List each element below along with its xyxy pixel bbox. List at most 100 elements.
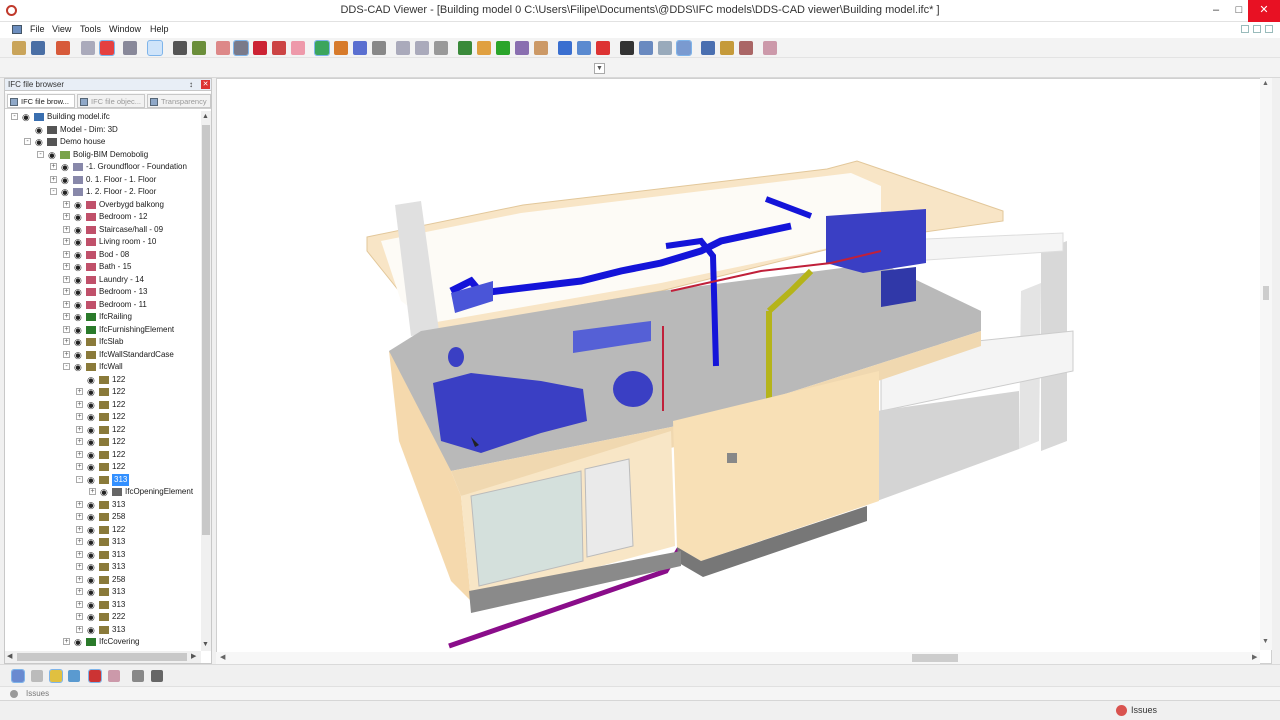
visibility-eye-icon[interactable]: ◉ [87,512,98,522]
visibility-eye-icon[interactable]: ◉ [87,550,98,560]
box-clip-icon[interactable] [676,40,692,56]
tab-transparency[interactable]: Transparency [147,94,211,108]
shape-icon[interactable] [216,41,230,55]
collapse-icon[interactable]: - [11,113,18,120]
expand-icon[interactable]: + [50,163,57,170]
tree-item[interactable]: + ◉ Bedroom - 11 [5,299,201,312]
visibility-eye-icon[interactable]: ◉ [87,575,98,585]
tree-item[interactable]: + ◉ IfcRailing [5,311,201,324]
document-icon[interactable] [68,670,80,682]
graph-icon[interactable] [108,670,120,682]
scroll-down-icon[interactable]: ▼ [1262,638,1269,645]
chart-icon[interactable] [701,41,715,55]
tree-item[interactable]: + ◉ 122 [5,386,201,399]
cube-wire-icon[interactable] [233,40,249,56]
expand-icon[interactable]: + [63,638,70,645]
walk-icon[interactable] [334,41,348,55]
tree-item[interactable]: ◉ Model - Dim: 3D [5,124,201,137]
window-icon[interactable] [132,670,144,682]
expand-icon[interactable]: + [76,525,83,533]
tree-vertical-scrollbar[interactable]: ▲ ▼ [201,111,211,651]
tree-item[interactable]: + ◉ Staircase/hall - 09 [5,224,201,237]
visibility-eye-icon[interactable]: ◉ [87,475,98,485]
visibility-eye-icon[interactable]: ◉ [87,412,98,422]
visibility-eye-icon[interactable]: ◉ [87,387,98,397]
visibility-eye-icon[interactable]: ◉ [61,187,72,197]
stop-icon[interactable] [434,41,448,55]
visibility-eye-icon[interactable]: ◉ [35,125,46,135]
tree-item[interactable]: + ◉ 313 [5,586,201,599]
cube-shaded-icon[interactable] [272,41,286,55]
sun-icon[interactable] [477,41,491,55]
menu-window[interactable]: Window [109,24,141,34]
tree-item[interactable]: + ◉ IfcSlab [5,336,201,349]
mdi-restore-icon[interactable] [1253,25,1261,33]
scroll-thumb[interactable] [1263,286,1269,300]
visibility-eye-icon[interactable]: ◉ [87,612,98,622]
viewport-vertical-scrollbar[interactable]: ▲ ▼ [1260,78,1272,650]
tree-item[interactable]: + ◉ Living room - 10 [5,236,201,249]
tree-item[interactable]: + ◉ 0. 1. Floor - 1. Floor [5,174,201,187]
tree-item[interactable]: + ◉ IfcOpeningElement [5,486,201,499]
mdi-close-icon[interactable] [1265,25,1273,33]
expand-icon[interactable]: + [76,500,83,508]
people-icon[interactable] [515,41,529,55]
expand-icon[interactable]: + [76,450,83,458]
visibility-eye-icon[interactable]: ◉ [74,362,85,372]
expand-icon[interactable]: + [76,425,83,433]
frame-icon[interactable] [173,41,187,55]
tree-item[interactable]: - ◉ Demo house [5,136,201,149]
menu-tools[interactable]: Tools [80,24,101,34]
visibility-eye-icon[interactable]: ◉ [87,450,98,460]
close-view-icon[interactable] [151,670,163,682]
flag-icon[interactable] [88,669,102,683]
visibility-eye-icon[interactable]: ◉ [87,587,98,597]
scroll-up-icon[interactable]: ▲ [1262,80,1269,87]
expand-icon[interactable]: + [76,613,83,620]
tree-item[interactable]: + ◉ 258 [5,511,201,524]
tree-item[interactable]: + ◉ 313 [5,549,201,562]
status-issues-label[interactable]: Issues [1131,705,1157,715]
visibility-eye-icon[interactable]: ◉ [87,400,98,410]
tree-item[interactable]: + ◉ Bedroom - 13 [5,286,201,299]
visibility-eye-icon[interactable]: ◉ [87,500,98,510]
section-icon[interactable] [639,41,653,55]
tree-item[interactable]: + ◉ 313 [5,561,201,574]
collapse-icon[interactable]: - [63,363,70,370]
visibility-eye-icon[interactable]: ◉ [74,350,85,360]
expand-icon[interactable]: + [63,325,70,333]
open-icon[interactable] [12,41,26,55]
expand-icon[interactable]: + [76,463,83,470]
copy-icon[interactable] [577,41,591,55]
record-icon[interactable] [99,40,115,56]
select-icon[interactable] [147,40,163,56]
tree-item[interactable]: + ◉ IfcCovering [5,636,201,649]
expand-icon[interactable]: + [76,600,83,608]
cut-icon[interactable] [558,41,572,55]
visibility-eye-icon[interactable]: ◉ [22,112,33,122]
tree-item[interactable]: + ◉ 122 [5,461,201,474]
tree-item[interactable]: + ◉ 313 [5,599,201,612]
expand-icon[interactable]: + [63,225,70,233]
visibility-eye-icon[interactable]: ◉ [74,287,85,297]
visibility-eye-icon[interactable]: ◉ [74,212,85,222]
axis-icon[interactable] [763,41,777,55]
visibility-eye-icon[interactable]: ◉ [87,537,98,547]
expand-icon[interactable]: + [76,513,83,520]
grid-icon[interactable] [620,41,634,55]
panel-close-icon[interactable]: ✕ [201,80,210,89]
search-icon[interactable] [372,41,386,55]
chevron-down-icon[interactable]: ▼ [594,63,605,74]
visibility-eye-icon[interactable]: ◉ [100,487,111,497]
scroll-thumb[interactable] [202,125,210,535]
collapse-icon[interactable]: - [76,475,83,483]
tree-item[interactable]: + ◉ Bath - 15 [5,261,201,274]
grid-view-icon[interactable] [31,670,43,682]
menu-file[interactable]: File [30,24,45,34]
tree-item[interactable]: + ◉ 122 [5,524,201,537]
tree-item[interactable]: + ◉ 122 [5,411,201,424]
visibility-eye-icon[interactable]: ◉ [74,275,85,285]
collapse-icon[interactable]: - [37,150,44,158]
mdi-minimize-icon[interactable] [1241,25,1249,33]
expand-icon[interactable]: + [76,438,83,445]
